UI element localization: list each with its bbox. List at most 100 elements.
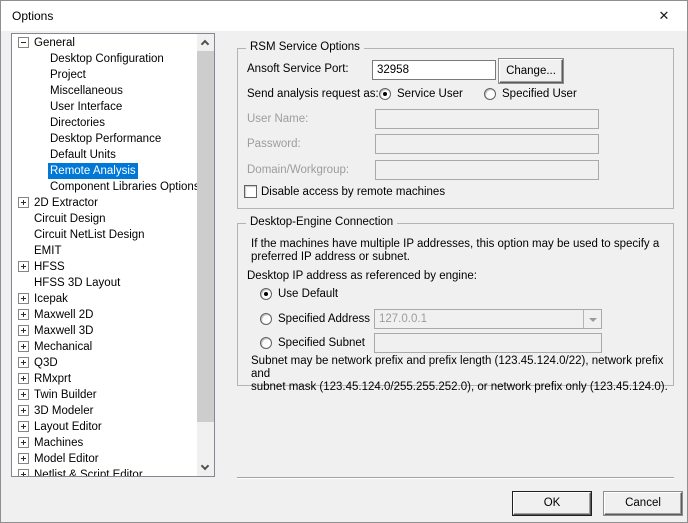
plus-icon[interactable] [18, 405, 29, 416]
tree-item[interactable]: 2D Extractor [12, 195, 214, 211]
tree-item-label[interactable]: Project [48, 67, 88, 83]
tree-item[interactable]: Project [12, 67, 214, 83]
tree-item-label[interactable]: RMxprt [32, 371, 73, 387]
tree-item-label[interactable]: Circuit Design [32, 211, 108, 227]
service-user-radio[interactable] [379, 88, 391, 100]
specified-address-combobox: 127.0.0.1 [374, 309, 602, 329]
tree-item[interactable]: HFSS [12, 259, 214, 275]
tree-item[interactable]: General [12, 35, 214, 51]
disable-remote-access-label[interactable]: Disable access by remote machines [261, 185, 445, 199]
password-input [375, 134, 599, 154]
tree-item[interactable]: Twin Builder [12, 387, 214, 403]
ok-button[interactable]: OK [513, 492, 591, 515]
tree-item-label[interactable]: Maxwell 2D [32, 307, 95, 323]
tree-item[interactable]: Layout Editor [12, 419, 214, 435]
close-icon[interactable]: ✕ [647, 1, 681, 31]
plus-icon[interactable] [18, 261, 29, 272]
plus-icon[interactable] [18, 293, 29, 304]
specified-user-radio-label[interactable]: Specified User [502, 87, 577, 101]
tree-item[interactable]: RMxprt [12, 371, 214, 387]
plus-icon[interactable] [18, 421, 29, 432]
tree-item[interactable]: Component Libraries Options [12, 179, 214, 195]
tree-item[interactable]: 3D Modeler [12, 403, 214, 419]
tree-item-label[interactable]: User Interface [48, 99, 124, 115]
tree-item[interactable]: HFSS 3D Layout [12, 275, 214, 291]
specified-subnet-radio-label[interactable]: Specified Subnet [278, 336, 365, 350]
specified-address-radio-label[interactable]: Specified Address [278, 312, 370, 326]
plus-icon[interactable] [18, 437, 29, 448]
tree-item-label[interactable]: Mechanical [32, 339, 94, 355]
tree-item-label[interactable]: Default Units [48, 147, 118, 163]
tree-item[interactable]: Desktop Configuration [12, 51, 214, 67]
tree-item-label[interactable]: 3D Modeler [32, 403, 95, 419]
tree-item-label[interactable]: HFSS [32, 259, 67, 275]
minus-icon[interactable] [18, 37, 29, 48]
options-dialog: Options ✕ GeneralDesktop ConfigurationPr… [0, 0, 688, 523]
scroll-up-button[interactable] [197, 34, 214, 51]
tree-scrollbar[interactable] [197, 34, 214, 476]
plus-icon[interactable] [18, 309, 29, 320]
tree-item-label[interactable]: Remote Analysis [48, 163, 138, 179]
cancel-button[interactable]: Cancel [604, 492, 682, 515]
tree-item[interactable]: Circuit Design [12, 211, 214, 227]
tree-item-label[interactable]: Desktop Performance [48, 131, 163, 147]
specified-subnet-radio[interactable] [260, 337, 272, 349]
plus-icon[interactable] [18, 389, 29, 400]
user-name-input [375, 109, 599, 129]
tree-item[interactable]: Maxwell 3D [12, 323, 214, 339]
plus-icon[interactable] [18, 469, 29, 477]
change-port-button[interactable]: Change... [499, 59, 563, 83]
use-default-radio[interactable] [260, 288, 272, 300]
scrollbar-thumb[interactable] [197, 51, 214, 422]
tree-item[interactable]: Circuit NetList Design [12, 227, 214, 243]
tree-item[interactable]: User Interface [12, 99, 214, 115]
plus-icon[interactable] [18, 373, 29, 384]
tree-item[interactable]: Model Editor [12, 451, 214, 467]
plus-icon[interactable] [18, 197, 29, 208]
tree-item[interactable]: Desktop Performance [12, 131, 214, 147]
tree-item-label[interactable]: Circuit NetList Design [32, 227, 147, 243]
tree-item-label[interactable]: Miscellaneous [48, 83, 125, 99]
plus-icon[interactable] [18, 453, 29, 464]
tree-item-label[interactable]: HFSS 3D Layout [32, 275, 122, 291]
tree-item[interactable]: Q3D [12, 355, 214, 371]
tree-item[interactable]: Machines [12, 435, 214, 451]
tree-item-label[interactable]: 2D Extractor [32, 195, 100, 211]
tree-rows: GeneralDesktop ConfigurationProjectMisce… [12, 34, 214, 476]
tree-item-label[interactable]: Directories [48, 115, 107, 131]
use-default-radio-label[interactable]: Use Default [278, 287, 338, 301]
domain-workgroup-label: Domain/Workgroup: [247, 163, 349, 177]
tree-item-label[interactable]: Desktop Configuration [48, 51, 166, 67]
tree-item-label[interactable]: EMIT [32, 243, 63, 259]
tree-item[interactable]: EMIT [12, 243, 214, 259]
plus-icon[interactable] [18, 341, 29, 352]
tree-item-label[interactable]: Machines [32, 435, 85, 451]
tree-item[interactable]: Miscellaneous [12, 83, 214, 99]
tree-item[interactable]: Directories [12, 115, 214, 131]
tree-item-label[interactable]: Q3D [32, 355, 60, 371]
tree-item-label[interactable]: Icepak [32, 291, 70, 307]
plus-icon[interactable] [18, 357, 29, 368]
tree-item-label[interactable]: Component Libraries Options [48, 179, 202, 195]
tree-item[interactable]: Mechanical [12, 339, 214, 355]
service-user-radio-label[interactable]: Service User [397, 87, 463, 101]
tree-item-label[interactable]: Netlist & Script Editor [32, 467, 145, 477]
tree-item[interactable]: Maxwell 2D [12, 307, 214, 323]
tree-item-label[interactable]: Model Editor [32, 451, 101, 467]
disable-remote-access-checkbox[interactable] [244, 185, 257, 198]
scroll-down-button[interactable] [197, 459, 214, 476]
tree-item[interactable]: Default Units [12, 147, 214, 163]
plus-icon[interactable] [18, 325, 29, 336]
tree-item-label[interactable]: Maxwell 3D [32, 323, 95, 339]
options-tree[interactable]: GeneralDesktop ConfigurationProjectMisce… [11, 33, 215, 477]
specified-user-radio[interactable] [484, 88, 496, 100]
titlebar: Options ✕ [1, 1, 687, 31]
tree-item[interactable]: Icepak [12, 291, 214, 307]
tree-item-label[interactable]: General [32, 35, 77, 51]
service-port-input[interactable] [372, 60, 496, 80]
tree-item-label[interactable]: Layout Editor [32, 419, 104, 435]
tree-item-label[interactable]: Twin Builder [32, 387, 99, 403]
tree-item[interactable]: Remote Analysis [12, 163, 214, 179]
specified-address-radio[interactable] [260, 313, 272, 325]
tree-item[interactable]: Netlist & Script Editor [12, 467, 214, 477]
